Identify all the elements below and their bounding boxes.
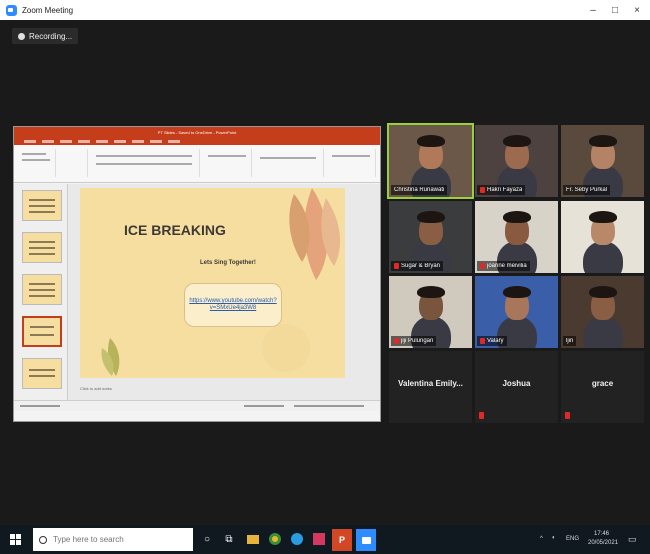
recording-icon (18, 32, 25, 40)
participant-name: Fr. Seby Purkal (566, 187, 608, 193)
participant-name: Valary (487, 338, 504, 344)
recording-label: Recording... (29, 31, 73, 41)
participant-video-tile[interactable]: jiji Pulungan (389, 276, 472, 348)
search-input[interactable] (53, 535, 183, 544)
edge-icon[interactable] (290, 532, 304, 546)
participant-hair (589, 211, 617, 223)
participant-name: Joshua (502, 379, 531, 388)
network-icon[interactable]: ◐ (552, 535, 556, 541)
participant-hair (503, 135, 531, 147)
slide-link[interactable]: https://www.youtube.com/watch?v=SMxUe4ja… (185, 298, 281, 312)
participant-name: ljin (566, 338, 574, 344)
clock-date[interactable]: 20/05/2021 (588, 540, 618, 546)
participant-video-tile[interactable]: Hakri Fayaza (475, 125, 558, 197)
participant-name: Sugar & Bryan (401, 263, 441, 269)
ppt-workspace: ICE BREAKING Lets Sing Together! https:/… (14, 184, 380, 411)
current-slide[interactable]: ICE BREAKING Lets Sing Together! https:/… (80, 188, 345, 378)
ppt-title: PT Slides - Saved to OneDrive - PowerPoi… (157, 129, 237, 135)
ppt-ribbon-tabs (14, 137, 380, 145)
slide-thumbnail[interactable] (22, 358, 62, 389)
mic-muted-icon (480, 263, 485, 269)
windows-start-icon[interactable] (10, 534, 21, 545)
participant-tile-video-off[interactable]: Joshua (475, 351, 558, 423)
tray-overflow-icon[interactable]: ^ (540, 536, 543, 542)
slide-thumbnail[interactable] (22, 274, 62, 305)
ppt-ribbon (14, 145, 380, 183)
slide-thumbnail-pane (14, 184, 68, 411)
slide-thumbnail[interactable] (22, 190, 62, 221)
participant-video (583, 241, 623, 273)
chrome-icon[interactable] (268, 532, 282, 546)
participant-name: Hakri Fayaza (487, 187, 523, 193)
window-title: Zoom Meeting (22, 5, 74, 15)
slack-icon[interactable] (312, 532, 326, 546)
slide-subtitle: Lets Sing Together! (200, 260, 256, 266)
participant-name: jiji Pulungan (401, 338, 434, 344)
notifications-icon[interactable]: ▭ (628, 534, 637, 545)
participant-video-tile[interactable]: Valary (475, 276, 558, 348)
participant-name-tag: Fr. Seby Purkal (563, 185, 611, 195)
participant-video-tile[interactable]: Fr. Seby Purkal (561, 125, 644, 197)
mic-muted-icon (480, 187, 485, 193)
powerpoint-icon[interactable]: P (332, 529, 352, 551)
participant-hair (417, 211, 445, 223)
search-icon (39, 535, 47, 544)
participant-video-tile[interactable]: ljin (561, 276, 644, 348)
participant-video-tile[interactable]: Christina Ruriawati (387, 123, 474, 199)
participant-video-tile[interactable]: Sugar & Bryan (389, 201, 472, 273)
participant-video (583, 316, 623, 348)
close-button[interactable]: × (626, 0, 648, 20)
participant-hair (589, 135, 617, 147)
file-explorer-icon[interactable] (246, 532, 260, 546)
meeting-area: Recording... PT Slides - Saved to OneDri… (0, 20, 650, 520)
participant-hair (589, 286, 617, 298)
participant-video-tile[interactable]: joanne meivilia (475, 201, 558, 273)
ppt-status-bar (14, 400, 380, 411)
participant-hair (417, 286, 445, 298)
participant-tile-video-off[interactable]: grace (561, 351, 644, 423)
maximize-button[interactable]: □ (604, 0, 626, 20)
participant-name-tag: Christina Ruriawati (391, 185, 448, 195)
mic-muted-icon (480, 338, 485, 344)
ppt-title-bar: PT Slides - Saved to OneDrive - PowerPoi… (14, 127, 380, 137)
zoom-logo-icon (6, 4, 17, 16)
slide-thumbnail[interactable] (22, 232, 62, 263)
participant-hair (417, 135, 445, 147)
participant-name-tag: Sugar & Bryan (391, 261, 444, 271)
tray-language[interactable]: ENG (566, 536, 579, 542)
slide-link-box: https://www.youtube.com/watch?v=SMxUe4ja… (184, 283, 282, 327)
task-view-icon[interactable]: ⧉ (222, 532, 236, 546)
slide-title: ICE BREAKING (124, 222, 226, 238)
minimize-button[interactable]: – (582, 0, 604, 20)
participant-name: Valentina Emily... (398, 379, 463, 388)
participant-name-tag: joanne meivilia (477, 261, 530, 271)
slide-thumbnail-selected[interactable] (22, 316, 62, 347)
taskbar-search[interactable] (33, 528, 193, 551)
participant-name: Christina Ruriawati (394, 187, 445, 193)
participant-hair (503, 211, 531, 223)
participant-name-tag: Hakri Fayaza (477, 185, 526, 195)
mic-muted-icon (565, 412, 570, 419)
zoom-taskbar-icon[interactable] (356, 529, 376, 551)
shared-screen[interactable]: PT Slides - Saved to OneDrive - PowerPoi… (13, 126, 381, 422)
participant-name-tag: Valary (477, 336, 507, 346)
participant-hair (503, 286, 531, 298)
cortana-icon[interactable]: ○ (200, 532, 214, 546)
participant-name: joanne meivilia (487, 263, 527, 269)
title-bar: Zoom Meeting – □ × (0, 0, 650, 20)
participant-name-tag: ljin (563, 336, 577, 346)
participant-name: grace (591, 379, 614, 388)
mic-muted-icon (394, 263, 399, 269)
clock-time[interactable]: 17:46 (594, 531, 609, 537)
recording-indicator[interactable]: Recording... (12, 28, 79, 44)
participant-tile-video-off[interactable]: Valentina Emily... (389, 351, 472, 423)
participant-name-tag: jiji Pulungan (391, 336, 437, 346)
participant-video-tile[interactable] (561, 201, 644, 273)
notes-placeholder[interactable]: Click to add notes (80, 386, 112, 391)
windows-taskbar: ○ ⧉ P ^ ◐ ENG 17:46 20/05/2021 ▭ (0, 525, 650, 554)
zoom-screen: Zoom Meeting – □ × Recording... PT Slide… (0, 0, 650, 554)
mic-muted-icon (394, 338, 399, 344)
mic-muted-icon (479, 412, 484, 419)
